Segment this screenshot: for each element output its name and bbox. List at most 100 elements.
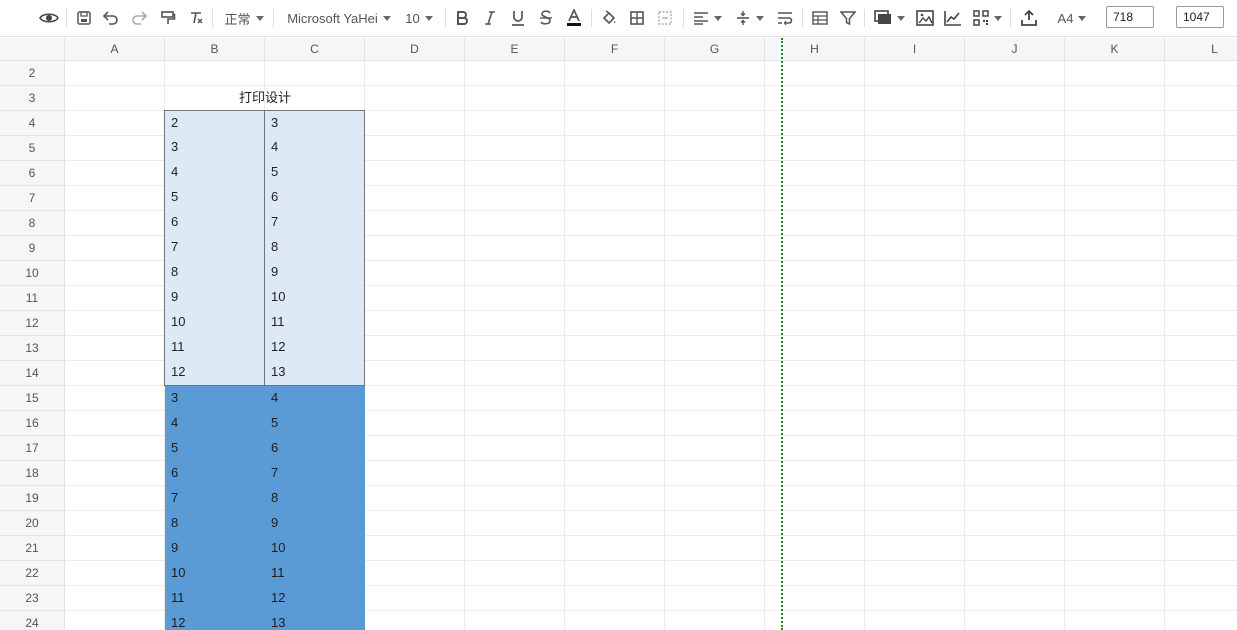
- table-cell[interactable]: 13: [265, 360, 365, 386]
- undo-icon[interactable]: [99, 5, 123, 31]
- row-header[interactable]: 9: [0, 236, 65, 261]
- selected-cell[interactable]: 12: [265, 586, 365, 611]
- selected-cell[interactable]: 9: [265, 511, 365, 536]
- selected-cell[interactable]: 11: [265, 561, 365, 586]
- row-header[interactable]: 4: [0, 111, 65, 136]
- column-header[interactable]: D: [365, 38, 465, 61]
- underline-icon[interactable]: [507, 5, 529, 31]
- page-height-input[interactable]: [1176, 6, 1224, 28]
- merged-title-cell[interactable]: 打印设计: [165, 86, 365, 111]
- row-header[interactable]: 21: [0, 536, 65, 561]
- selected-cell[interactable]: 11: [165, 586, 265, 611]
- table-cell[interactable]: 7: [265, 210, 365, 236]
- table-cell[interactable]: 8: [164, 260, 265, 286]
- filter-icon[interactable]: [836, 5, 860, 31]
- format-painter-icon[interactable]: [156, 5, 180, 31]
- selected-cell[interactable]: 5: [165, 436, 265, 461]
- save-icon[interactable]: [72, 5, 96, 31]
- font-size-dropdown[interactable]: 10: [400, 5, 438, 31]
- selected-cell[interactable]: 13: [265, 611, 365, 630]
- row-header[interactable]: 8: [0, 211, 65, 236]
- table-icon[interactable]: [808, 5, 832, 31]
- row-header[interactable]: 15: [0, 386, 65, 411]
- line-chart-icon[interactable]: [941, 5, 965, 31]
- table-cell[interactable]: 10: [164, 310, 265, 336]
- row-header[interactable]: 11: [0, 286, 65, 311]
- table-cell[interactable]: 3: [164, 135, 265, 161]
- table-cell[interactable]: 6: [164, 210, 265, 236]
- column-header[interactable]: I: [865, 38, 965, 61]
- column-header[interactable]: A: [65, 38, 165, 61]
- row-header[interactable]: 23: [0, 586, 65, 611]
- table-cell[interactable]: 3: [265, 110, 365, 136]
- column-header[interactable]: H: [765, 38, 865, 61]
- font-family-dropdown[interactable]: Microsoft YaHei: [282, 5, 396, 31]
- italic-icon[interactable]: [479, 5, 501, 31]
- row-header[interactable]: 16: [0, 411, 65, 436]
- row-header[interactable]: 17: [0, 436, 65, 461]
- selected-cell[interactable]: 4: [165, 411, 265, 436]
- selected-cell[interactable]: 10: [265, 536, 365, 561]
- column-header[interactable]: C: [265, 38, 365, 61]
- selected-cell[interactable]: 6: [265, 436, 365, 461]
- fill-color-icon[interactable]: [598, 5, 620, 31]
- selected-cell[interactable]: 7: [165, 486, 265, 511]
- selected-cell[interactable]: 4: [265, 386, 365, 411]
- row-header[interactable]: 2: [0, 61, 65, 86]
- table-cell[interactable]: 11: [164, 335, 265, 361]
- table-cell[interactable]: 4: [164, 160, 265, 186]
- table-cell[interactable]: 2: [164, 110, 265, 136]
- font-color-icon[interactable]: [563, 5, 585, 31]
- table-cell[interactable]: 5: [265, 160, 365, 186]
- chart-type-dropdown[interactable]: [870, 5, 908, 31]
- image-icon[interactable]: [913, 5, 937, 31]
- selected-cell[interactable]: 6: [165, 461, 265, 486]
- selected-cell[interactable]: 7: [265, 461, 365, 486]
- column-header[interactable]: G: [665, 38, 765, 61]
- table-cell[interactable]: 7: [164, 235, 265, 261]
- row-header[interactable]: 22: [0, 561, 65, 586]
- qrcode-dropdown[interactable]: [970, 5, 1004, 31]
- style-dropdown[interactable]: 正常: [220, 5, 268, 31]
- eye-icon[interactable]: [36, 5, 62, 31]
- row-header[interactable]: 3: [0, 86, 65, 111]
- table-cell[interactable]: 5: [164, 185, 265, 211]
- table-cell[interactable]: 9: [265, 260, 365, 286]
- page-width-input[interactable]: [1106, 6, 1154, 28]
- row-header[interactable]: 20: [0, 511, 65, 536]
- row-header[interactable]: 18: [0, 461, 65, 486]
- table-cell[interactable]: 6: [265, 185, 365, 211]
- table-cell[interactable]: 9: [164, 285, 265, 311]
- selected-cell[interactable]: 12: [165, 611, 265, 630]
- table-cell[interactable]: 12: [164, 360, 265, 386]
- row-header[interactable]: 5: [0, 136, 65, 161]
- select-all-corner[interactable]: [0, 38, 65, 61]
- row-header[interactable]: 7: [0, 186, 65, 211]
- row-header[interactable]: 13: [0, 336, 65, 361]
- column-header[interactable]: B: [165, 38, 265, 61]
- table-cell[interactable]: 4: [265, 135, 365, 161]
- selected-cell[interactable]: 8: [265, 486, 365, 511]
- strikethrough-icon[interactable]: [535, 5, 557, 31]
- row-header[interactable]: 6: [0, 161, 65, 186]
- borders-icon[interactable]: [626, 5, 648, 31]
- column-header[interactable]: F: [565, 38, 665, 61]
- upload-icon[interactable]: [1016, 5, 1042, 31]
- row-header[interactable]: 24: [0, 611, 65, 630]
- column-header[interactable]: L: [1165, 38, 1237, 61]
- column-header[interactable]: K: [1065, 38, 1165, 61]
- redo-icon[interactable]: [127, 5, 151, 31]
- selected-cell[interactable]: 5: [265, 411, 365, 436]
- table-cell[interactable]: 12: [265, 335, 365, 361]
- row-header[interactable]: 10: [0, 261, 65, 286]
- spreadsheet-grid[interactable]: A B C D E F G H I J K L 2 3 4 5 6 7 8 9 10 11 12 13 14 15 16 17 18 19…: [0, 38, 1237, 630]
- bold-icon[interactable]: [451, 5, 473, 31]
- column-header[interactable]: J: [965, 38, 1065, 61]
- row-header[interactable]: 19: [0, 486, 65, 511]
- horizontal-align-dropdown[interactable]: [690, 5, 724, 31]
- vertical-align-dropdown[interactable]: [732, 5, 766, 31]
- selected-cell[interactable]: 3: [165, 386, 265, 411]
- selected-cell[interactable]: 10: [165, 561, 265, 586]
- row-header[interactable]: 14: [0, 361, 65, 386]
- text-wrap-icon[interactable]: [773, 5, 797, 31]
